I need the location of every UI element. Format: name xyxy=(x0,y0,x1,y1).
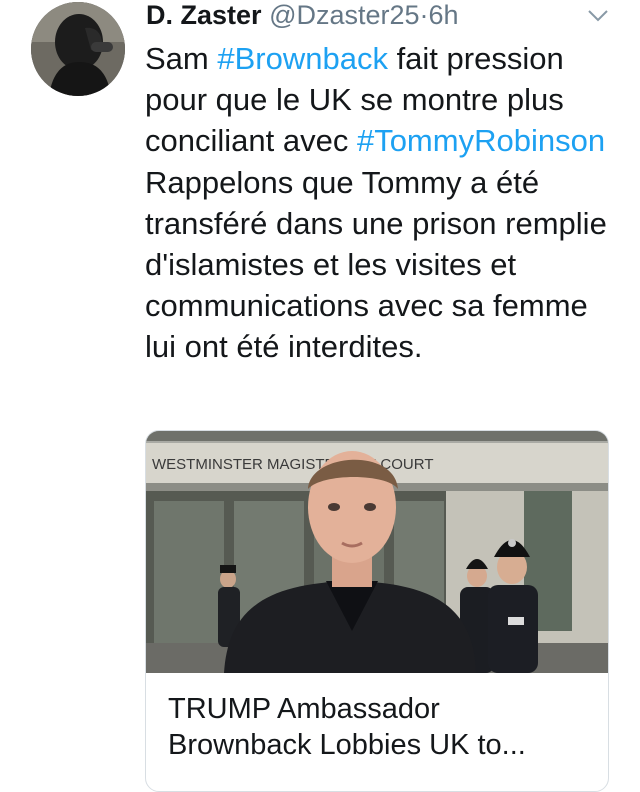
card-image: WESTMINSTER MAGISTRATES' COURT xyxy=(146,431,608,673)
hashtag-brownback[interactable]: #Brownback xyxy=(217,41,388,76)
court-sign-text: WESTMINSTER MAGISTRATES' COURT xyxy=(152,456,433,473)
avatar-image xyxy=(31,2,125,96)
author-name[interactable]: D. Zaster xyxy=(146,0,262,30)
card-title[interactable]: TRUMP Ambassador Brownback Lobbies UK to… xyxy=(168,691,588,763)
hashtag-tommyrobinson[interactable]: #TommyRobinson xyxy=(357,123,605,158)
tweet-text-segment: Sam xyxy=(145,41,218,76)
tweet-header: D. Zaster @Dzaster25·6h xyxy=(146,0,459,30)
author-avatar[interactable] xyxy=(31,2,125,96)
card-title-line: TRUMP Ambassador xyxy=(168,693,440,725)
tweet-text: Sam #Brownback fait pression pour que le… xyxy=(145,38,615,368)
tweet-text-segment: Rappelons que Tommy a été transféré dans… xyxy=(145,164,607,365)
card-title-line: Brownback Lobbies UK to... xyxy=(168,729,526,761)
chevron-down-icon[interactable] xyxy=(586,6,610,26)
link-card[interactable]: WESTMINSTER MAGISTRATES' COURT TRUMP Amb… xyxy=(145,430,609,792)
tweet-timestamp[interactable]: 6h xyxy=(429,0,459,30)
author-handle[interactable]: @Dzaster25 xyxy=(269,0,419,30)
separator-dot: · xyxy=(419,0,429,30)
